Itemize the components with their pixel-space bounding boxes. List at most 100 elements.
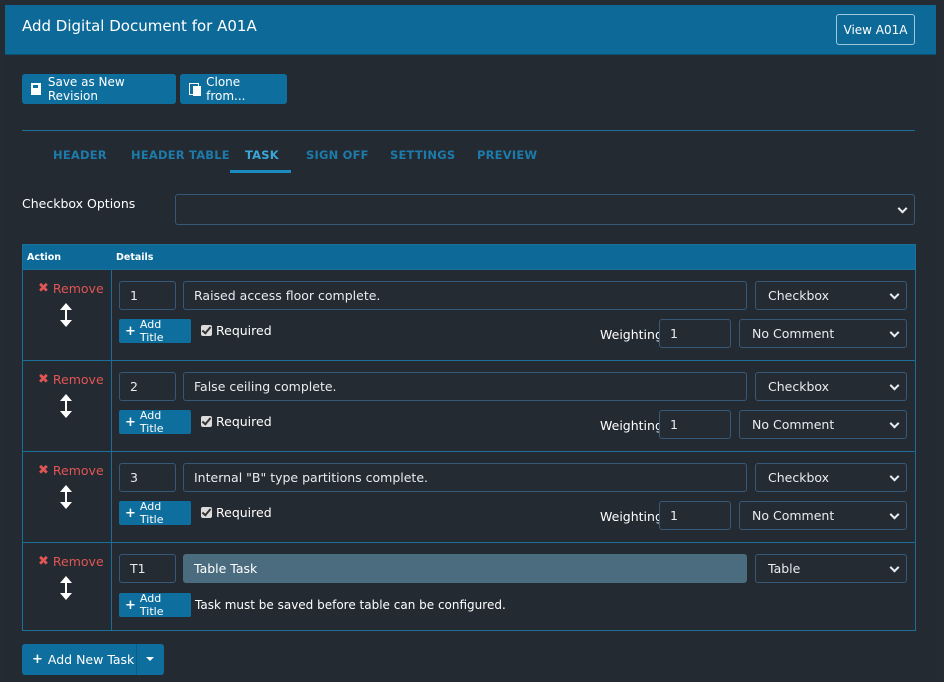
column-header-action: Action: [27, 252, 62, 263]
add-title-button[interactable]: + Add Title: [119, 500, 191, 526]
toolbar-divider: [22, 130, 915, 131]
task-text-input[interactable]: Internal "B" type partitions complete.: [183, 463, 747, 492]
comment-value: No Comment: [752, 326, 835, 341]
drag-handle-icon[interactable]: [60, 394, 72, 418]
weighting-input[interactable]: 1: [659, 410, 731, 439]
action-cell: ✖ Remove: [23, 361, 112, 451]
drag-handle-icon[interactable]: [60, 303, 72, 327]
tab-sign-off[interactable]: SIGN OFF: [306, 148, 369, 162]
plus-icon: +: [125, 414, 136, 430]
plus-icon: +: [125, 505, 136, 521]
caret-down-icon[interactable]: [146, 657, 154, 661]
chevron-down-icon: [897, 203, 908, 214]
checkbox-options-select[interactable]: [175, 194, 915, 225]
chevron-down-icon: [889, 289, 900, 300]
add-new-task-button[interactable]: + Add New Task: [22, 644, 164, 675]
remove-button[interactable]: ✖ Remove: [38, 372, 104, 387]
task-number-input[interactable]: T1: [119, 554, 176, 583]
action-cell: ✖ Remove: [23, 270, 112, 360]
task-text-input[interactable]: False ceiling complete.: [183, 372, 747, 401]
task-type-select[interactable]: Checkbox: [755, 281, 907, 310]
weighting-input[interactable]: 1: [659, 501, 731, 530]
task-type-value: Checkbox: [768, 470, 830, 485]
close-icon: ✖: [38, 372, 49, 387]
required-checkbox[interactable]: [201, 325, 212, 336]
task-type-select[interactable]: Checkbox: [755, 463, 907, 492]
plus-icon: +: [125, 323, 136, 339]
task-type-select[interactable]: Table: [755, 554, 907, 583]
add-title-button[interactable]: + Add Title: [119, 409, 191, 435]
required-label: Required: [216, 323, 272, 338]
table-header: Action Details: [23, 245, 915, 269]
chevron-down-icon: [889, 562, 900, 573]
task-type-value: Checkbox: [768, 288, 830, 303]
drag-handle-icon[interactable]: [60, 485, 72, 509]
tab-settings[interactable]: SETTINGS: [390, 148, 455, 162]
task-number-input[interactable]: 1: [119, 281, 176, 310]
remove-button[interactable]: ✖ Remove: [38, 281, 104, 296]
add-title-label: Add Title: [139, 409, 164, 435]
clone-from-button[interactable]: Clone from...: [180, 74, 287, 104]
task-number-input[interactable]: 2: [119, 372, 176, 401]
plus-icon: +: [32, 652, 43, 667]
weighting-label: Weighting: [600, 509, 663, 524]
add-new-task-main[interactable]: + Add New Task: [32, 652, 134, 667]
view-document-button[interactable]: View A01A: [836, 14, 915, 45]
close-icon: ✖: [38, 281, 49, 296]
required-label: Required: [216, 414, 272, 429]
required-checkbox[interactable]: [201, 416, 212, 427]
remove-label: Remove: [52, 281, 104, 296]
page-header: Add Digital Document for A01A View A01A: [5, 5, 936, 55]
add-new-task-label: Add New Task: [47, 652, 135, 667]
save-new-revision-label: Save as New Revision: [47, 75, 125, 103]
table-row: ✖ Remove 2 False ceiling complete. Check…: [23, 360, 915, 451]
weighting-input[interactable]: 1: [659, 319, 731, 348]
chevron-down-icon: [889, 327, 900, 338]
task-text-input[interactable]: Raised access floor complete.: [183, 281, 747, 310]
comment-select[interactable]: No Comment: [739, 319, 907, 348]
clone-icon: [189, 82, 202, 96]
required-label: Required: [216, 505, 272, 520]
task-text-input[interactable]: Table Task: [183, 554, 747, 583]
add-title-label: Add Title: [139, 500, 164, 526]
tab-header[interactable]: HEADER: [53, 148, 107, 162]
add-title-label: Add Title: [139, 318, 164, 344]
task-table: Action Details ✖ Remove 1 Raised access …: [22, 244, 916, 631]
action-cell: ✖ Remove: [23, 452, 112, 542]
tab-header-table[interactable]: HEADER TABLE: [131, 148, 230, 162]
table-row: ✖ Remove T1 Table Task Table + Add Title…: [23, 542, 915, 630]
close-icon: ✖: [38, 463, 49, 478]
remove-label: Remove: [52, 463, 104, 478]
column-header-details: Details: [116, 252, 154, 263]
comment-value: No Comment: [752, 417, 835, 432]
drag-handle-icon[interactable]: [60, 576, 72, 600]
remove-label: Remove: [52, 372, 104, 387]
add-title-button[interactable]: + Add Title: [119, 592, 191, 618]
task-number-input[interactable]: 3: [119, 463, 176, 492]
chevron-down-icon: [889, 380, 900, 391]
comment-value: No Comment: [752, 508, 835, 523]
table-task-note: Task must be saved before table can be c…: [195, 598, 506, 612]
table-row: ✖ Remove 1 Raised access floor complete.…: [23, 269, 915, 360]
save-new-revision-button[interactable]: Save as New Revision: [22, 74, 176, 104]
required-checkbox[interactable]: [201, 507, 212, 518]
action-cell: ✖ Remove: [23, 543, 112, 630]
split-divider: [136, 644, 137, 675]
plus-icon: +: [125, 597, 136, 613]
page-title: Add Digital Document for A01A: [22, 17, 257, 35]
add-title-button[interactable]: + Add Title: [119, 318, 191, 344]
remove-button[interactable]: ✖ Remove: [38, 554, 104, 569]
checkbox-options-label: Checkbox Options: [22, 196, 136, 211]
comment-select[interactable]: No Comment: [739, 410, 907, 439]
active-tab-indicator: [230, 170, 291, 173]
chevron-down-icon: [889, 471, 900, 482]
remove-button[interactable]: ✖ Remove: [38, 463, 104, 478]
comment-select[interactable]: No Comment: [739, 501, 907, 530]
save-icon: [31, 82, 43, 96]
task-type-select[interactable]: Checkbox: [755, 372, 907, 401]
add-title-label: Add Title: [139, 592, 164, 618]
tab-task[interactable]: TASK: [245, 148, 279, 162]
tab-preview[interactable]: PREVIEW: [477, 148, 537, 162]
remove-label: Remove: [52, 554, 104, 569]
chevron-down-icon: [889, 509, 900, 520]
